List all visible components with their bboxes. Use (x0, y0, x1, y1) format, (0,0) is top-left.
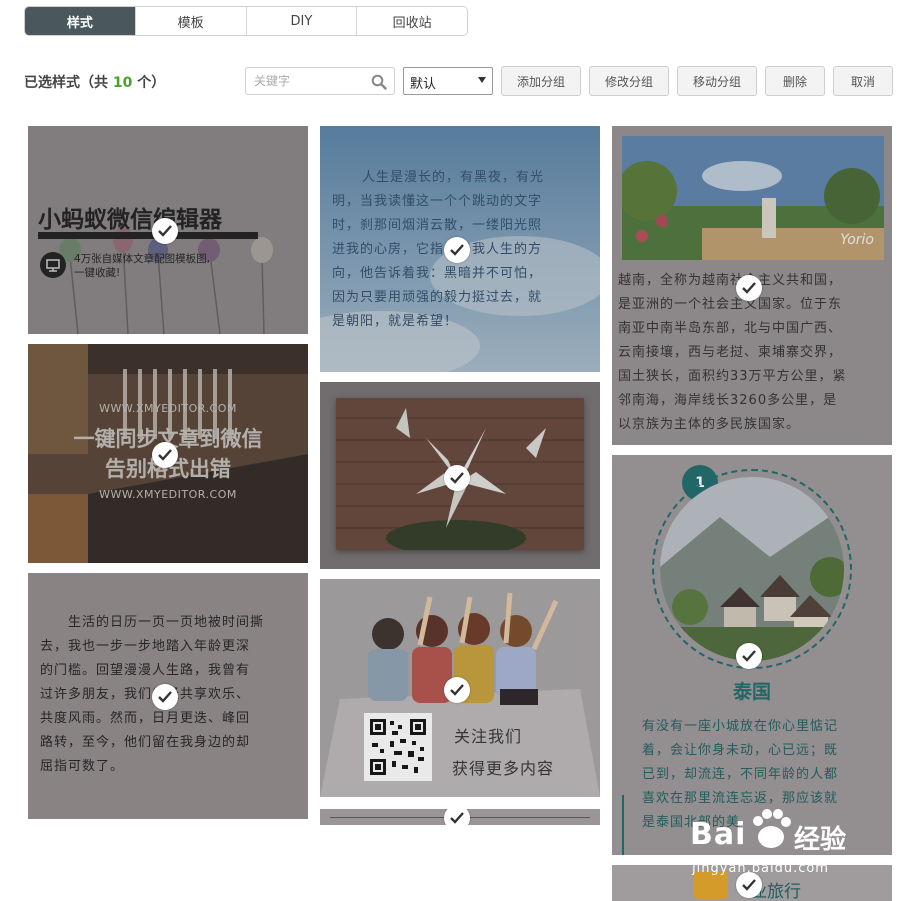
tab-recycle-bin[interactable]: 回收站 (357, 7, 467, 35)
sort-select-value: 默认 (410, 77, 437, 92)
delete-button[interactable]: 删除 (765, 66, 825, 96)
search-icon[interactable] (371, 74, 387, 90)
paw-icon (753, 809, 791, 848)
check-icon (444, 465, 470, 491)
style-tabs: 样式 模板 DIY 回收站 (24, 6, 468, 36)
check-icon (444, 237, 470, 263)
check-icon (152, 684, 178, 710)
style-card-sky-text[interactable]: 人生是漫长的，有黑夜，有光 明，当我读懂这一个个跳动的文字 时，刹那间烟消云散，… (320, 126, 600, 372)
style-card-follow-us[interactable]: 关注我们 获得更多内容 (320, 579, 600, 797)
check-icon (444, 677, 470, 703)
add-group-button[interactable]: 添加分组 (501, 66, 581, 96)
tab-styles[interactable]: 样式 (25, 7, 136, 35)
toolbar: 已选样式（共 10 个） 默认 添加分组 修改分组 移动分组 删除 取消 (24, 66, 894, 96)
check-icon (736, 275, 762, 301)
watermark-brand2: 经验 (794, 825, 847, 855)
chevron-down-icon (478, 77, 486, 83)
check-icon (736, 643, 762, 669)
selected-count-label: 已选样式（共 10 个） (24, 75, 166, 91)
tab-templates[interactable]: 模板 (135, 7, 247, 35)
style-card-lily-photo[interactable] (320, 382, 600, 569)
search-input[interactable] (254, 68, 372, 94)
style-card-thailand[interactable]: 1 泰国 有没有一座小城放在你心里惦记 着，会让你身未动，心已远；既 已到，却流… (612, 455, 892, 855)
style-card-vietnam[interactable]: Yorio 越南，全称为越南社会主义共和国， 是亚洲的一个社会主义国家。位于东 … (612, 126, 892, 445)
sort-select[interactable]: 默认 (403, 67, 493, 95)
tab-diy[interactable]: DIY (246, 7, 358, 35)
search-box (245, 67, 395, 95)
style-card-sync-banner[interactable]: WWW.XMYEDITOR.COM 一键同步文章到微信 告别格式出错 WWW.X… (28, 344, 308, 563)
style-card-editor-banner[interactable]: 小蚂蚁微信编辑器 4万张自媒体文章配图模板图, 一键收藏! (28, 126, 308, 334)
edit-group-button[interactable]: 修改分组 (589, 66, 669, 96)
check-icon (444, 809, 470, 825)
cancel-button[interactable]: 取消 (833, 66, 893, 96)
watermark-brand: Bai (690, 817, 747, 852)
check-icon (152, 442, 178, 468)
baidu-watermark: Bai 经验 jingyan.baidu.com (690, 803, 890, 883)
check-icon (152, 218, 178, 244)
style-card-calendar-text[interactable]: 生活的日历一页一页地被时间撕 去，我也一步一步地踏入年龄更深 的门槛。回望漫漫人… (28, 573, 308, 819)
selected-count: 10 (112, 75, 133, 91)
watermark-url: jingyan.baidu.com (692, 861, 829, 876)
style-card-divider[interactable] (320, 809, 600, 825)
move-group-button[interactable]: 移动分组 (677, 66, 757, 96)
